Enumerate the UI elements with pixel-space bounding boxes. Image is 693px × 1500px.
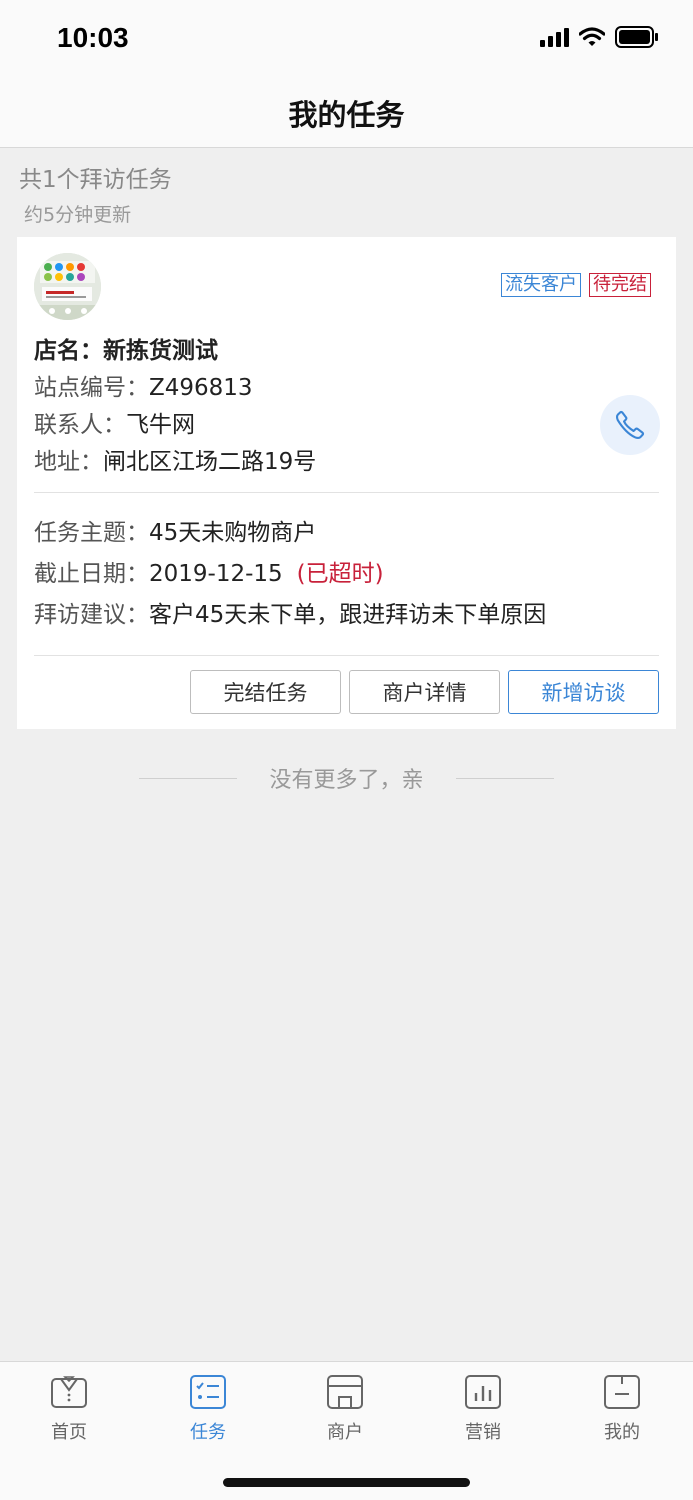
- lost-customer-badge: 流失客户: [501, 273, 581, 297]
- task-card: 流失客户 待完结 店名：新拣货测试 站点编号：Z496813 联系人：飞牛网 地…: [17, 237, 676, 729]
- store-name-label: 店名：: [34, 338, 103, 364]
- task-topic-row: 任务主题：45天未购物商户: [34, 513, 546, 554]
- page-title: 我的任务: [288, 97, 405, 132]
- visit-advice-value: 客户45天未下单，跟进拜访未下单原因: [149, 602, 547, 628]
- call-button[interactable]: [600, 395, 660, 455]
- card-divider-top: [34, 492, 659, 493]
- contact-row: 联系人：飞牛网: [34, 409, 316, 446]
- cellular-signal-icon: [540, 27, 569, 47]
- update-interval-text: 约5分钟更新: [24, 204, 132, 226]
- address-label: 地址：: [34, 449, 103, 475]
- chart-icon: [465, 1375, 501, 1409]
- pending-completion-badge: 待完结: [589, 273, 651, 297]
- tab-marketing-label: 营销: [465, 1422, 501, 1443]
- add-visit-button[interactable]: 新增访谈: [508, 670, 659, 714]
- site-number-value: Z496813: [149, 375, 253, 401]
- store-info: 店名：新拣货测试 站点编号：Z496813 联系人：飞牛网 地址：闸北区江场二路…: [34, 335, 316, 483]
- tab-tasks[interactable]: 任务: [168, 1374, 248, 1444]
- store-icon: [327, 1375, 363, 1409]
- task-actions: 完结任务 商户详情 新增访谈: [190, 670, 659, 714]
- task-details: 任务主题：45天未购物商户 截止日期：2019-12-15 (已超时) 拜访建议：…: [34, 513, 546, 636]
- store-avatar: [34, 253, 101, 320]
- profile-icon: [604, 1375, 640, 1409]
- store-details-button[interactable]: 商户详情: [349, 670, 500, 714]
- task-topic-label: 任务主题：: [34, 520, 149, 546]
- store-name-row: 店名：新拣货测试: [34, 335, 316, 372]
- site-number-label: 站点编号：: [34, 375, 149, 401]
- battery-icon: [615, 26, 658, 48]
- site-number-row: 站点编号：Z496813: [34, 372, 316, 409]
- tab-stores-label: 商户: [327, 1422, 363, 1443]
- status-time: 10:03: [57, 22, 129, 53]
- status-bar: 10:03: [0, 0, 693, 78]
- divider-line-left: [139, 777, 237, 779]
- store-name-value: 新拣货测试: [103, 338, 218, 364]
- home-icon: [51, 1376, 87, 1408]
- tab-profile[interactable]: 我的: [582, 1374, 662, 1444]
- task-count-text: 共1个拜访任务: [19, 167, 172, 193]
- complete-task-button[interactable]: 完结任务: [190, 670, 341, 714]
- contact-value: 飞牛网: [126, 412, 195, 438]
- tab-home-label: 首页: [51, 1422, 87, 1443]
- deadline-value: 2019-12-15: [149, 561, 283, 587]
- divider-line-right: [455, 777, 554, 779]
- contact-label: 联系人：: [34, 412, 126, 438]
- task-topic-value: 45天未购物商户: [149, 520, 317, 546]
- tab-stores[interactable]: 商户: [305, 1374, 385, 1444]
- status-tags: 流失客户 待完结: [501, 273, 651, 297]
- nav-bar: 我的任务: [0, 78, 693, 148]
- visit-advice-row: 拜访建议：客户45天未下单，跟进拜访未下单原因: [34, 595, 546, 636]
- deadline-label: 截止日期：: [34, 561, 149, 587]
- tab-marketing[interactable]: 营销: [443, 1374, 523, 1444]
- address-row: 地址：闸北区江场二路19号: [34, 446, 316, 483]
- address-value: 闸北区江场二路19号: [103, 449, 317, 475]
- tab-profile-label: 我的: [604, 1422, 640, 1443]
- overdue-status: (已超时): [296, 561, 384, 587]
- visit-advice-label: 拜访建议：: [34, 602, 149, 628]
- phone-icon: [615, 410, 645, 440]
- wifi-icon: [579, 27, 605, 46]
- end-of-list-note: 没有更多了，亲: [139, 762, 554, 794]
- deadline-row: 截止日期：2019-12-15 (已超时): [34, 554, 546, 595]
- system-icons: [540, 26, 659, 48]
- tab-tasks-label: 任务: [190, 1422, 226, 1443]
- tab-home[interactable]: 首页: [29, 1374, 109, 1444]
- home-indicator[interactable]: [223, 1478, 470, 1487]
- tasks-icon: [190, 1375, 226, 1409]
- card-divider-bottom: [34, 655, 659, 656]
- no-more-text: 没有更多了，亲: [269, 768, 424, 793]
